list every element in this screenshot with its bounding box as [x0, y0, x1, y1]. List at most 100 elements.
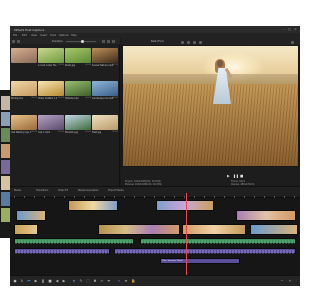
media-thumbnail[interactable]: Use Walking cap 1 00:05 — [11, 114, 37, 137]
normal-edit-tool-icon[interactable]: ➤ — [72, 279, 76, 283]
snapping-icon[interactable]: ⌖ — [117, 279, 121, 283]
menu-edit[interactable]: Edit — [22, 34, 27, 37]
tab-media-generators[interactable]: Media Generators — [78, 189, 99, 192]
media-thumbnail[interactable]: A road under the 00:05 — [38, 48, 64, 70]
preview-quality-select[interactable]: Best (Full) — [151, 40, 164, 43]
clip-thumbnail — [237, 211, 295, 220]
envelope-tool-icon[interactable]: ✎ — [79, 279, 83, 283]
zoom-out-icon[interactable]: − — [280, 279, 284, 283]
auto-ripple-icon[interactable]: ≋ — [124, 279, 128, 283]
window-title: VEGAS Post Capture — [14, 27, 45, 32]
video-clip[interactable] — [98, 224, 180, 235]
editor-window: VEGAS Post Capture – □ × File Edit View … — [10, 26, 300, 286]
play-icon[interactable]: ▶ — [227, 174, 230, 178]
video-preview-panel: Best (Full) ▶ ❚❚ ■ Project: 1920x1080x32… — [121, 38, 300, 186]
minimize-icon[interactable]: – — [282, 28, 285, 31]
tab-media[interactable]: Media — [14, 189, 21, 192]
video-clip[interactable] — [68, 200, 118, 211]
audio-clip[interactable] — [14, 248, 110, 254]
media-thumbnail[interactable]: Field.jpg 00:05 — [92, 114, 118, 137]
video-clip[interactable] — [14, 224, 38, 235]
playhead-cursor[interactable] — [186, 193, 187, 275]
rewind-icon[interactable]: ⏮ — [27, 279, 31, 283]
maximize-icon[interactable]: □ — [288, 28, 291, 31]
record-icon[interactable]: ● — [13, 279, 17, 283]
lock-icon[interactable]: 🔒 — [131, 279, 135, 283]
title-clip-label: Title: Summer Fields — [162, 260, 183, 262]
time-ruler[interactable] — [10, 193, 300, 198]
pause-icon[interactable]: ❚ — [41, 279, 45, 283]
close-icon[interactable]: × — [294, 28, 297, 31]
grid-view-icon[interactable] — [102, 39, 105, 43]
media-browser: Duration A road under the 00:05 Rosto.jpg 0… — [10, 38, 120, 186]
split-screen-icon[interactable] — [181, 40, 184, 44]
back-icon[interactable] — [12, 39, 15, 43]
thumbnail-image — [38, 81, 64, 97]
previous-frame-icon[interactable]: ◀ — [55, 279, 59, 283]
media-thumbnail[interactable]: Montain.jpg 00:05 — [65, 114, 91, 137]
menu-options[interactable]: Options — [59, 34, 69, 37]
menu-file[interactable]: File — [13, 34, 17, 37]
stop-icon[interactable]: ■ — [48, 279, 52, 283]
media-thumbnail[interactable] — [11, 48, 37, 70]
thumbnail-duration: 00:05 — [31, 130, 37, 133]
delete-icon[interactable]: ✖ — [93, 279, 97, 283]
preview-frame[interactable] — [123, 46, 298, 166]
copy-snapshot-icon[interactable] — [199, 40, 202, 44]
video-clip[interactable] — [250, 224, 298, 235]
media-thumbnail[interactable]: Cap 1.mp4 00:05 — [38, 114, 64, 137]
zoom-in-icon[interactable]: + — [288, 279, 292, 283]
menu-insert[interactable]: Insert — [40, 34, 47, 37]
tab-video-fx[interactable]: Video FX — [58, 189, 68, 192]
video-clip[interactable] — [182, 224, 246, 235]
selection-tool-icon[interactable]: ⬚ — [86, 279, 90, 283]
audio-clip[interactable] — [114, 248, 296, 254]
ruler-tick — [54, 196, 55, 198]
next-frame-icon[interactable]: ▶ — [62, 279, 66, 283]
media-thumbnail[interactable]: Hillside.mp4 00:05 — [65, 81, 91, 103]
clip-thumbnail — [251, 225, 297, 234]
play-icon[interactable]: ▶ — [34, 279, 38, 283]
settings-icon[interactable] — [112, 39, 115, 43]
video-clip[interactable] — [236, 210, 296, 221]
title-clip[interactable]: Title: Summer Fields — [160, 258, 240, 264]
thumbnail-duration: 00:09 — [31, 97, 37, 100]
snapshot-icon[interactable] — [193, 40, 196, 44]
pause-icon[interactable]: ❚❚ — [233, 174, 239, 178]
audio-waveform — [115, 250, 295, 254]
audio-clip[interactable] — [14, 238, 134, 244]
trim-icon[interactable]: ✂ — [100, 279, 104, 283]
ruler-tick — [124, 196, 125, 198]
video-clip[interactable] — [156, 200, 214, 211]
media-thumbnail[interactable]: Landscape CG.mp4 00:07 — [92, 81, 118, 103]
ruler-tick — [34, 196, 35, 198]
thumbnail-duration: 00:07 — [112, 97, 118, 100]
media-thumbnail[interactable]: Video Crafted 1.3 00:05 — [38, 81, 64, 103]
thumbnail-size-label: Duration — [52, 39, 63, 43]
menu-tools[interactable]: Tools — [50, 34, 56, 37]
list-view-icon[interactable] — [107, 39, 110, 43]
thumbnail-duration: 00:05 — [85, 64, 91, 66]
title-bar: VEGAS Post Capture – □ × — [10, 26, 300, 33]
slider-knob[interactable] — [81, 39, 84, 43]
ruler-tick — [224, 196, 225, 198]
menu-view[interactable]: View — [31, 34, 37, 37]
tab-transitions[interactable]: Transitions — [36, 189, 48, 192]
stop-icon[interactable]: ■ — [240, 174, 243, 178]
split-icon[interactable]: ⇹ — [107, 279, 111, 283]
loop-icon[interactable]: ↻ — [20, 279, 24, 283]
menu-help[interactable]: Help — [71, 34, 77, 37]
audio-clip[interactable] — [140, 238, 296, 244]
forward-icon[interactable] — [17, 39, 20, 43]
ruler-tick — [24, 196, 25, 198]
tab-project-media[interactable]: Project Media — [108, 189, 124, 192]
clip-thumbnail — [157, 201, 213, 210]
media-thumbnail[interactable]: Sunset Nature.mp4 00:12 — [92, 48, 118, 70]
media-thumbnail[interactable]: Family.mov 00:09 — [11, 81, 37, 103]
thumbnail-image — [65, 114, 91, 130]
clip-thumbnail — [17, 211, 45, 220]
preview-settings-icon[interactable] — [291, 40, 294, 44]
media-thumbnail[interactable]: Rosto.jpg 00:05 — [65, 48, 91, 70]
video-clip[interactable] — [16, 210, 46, 221]
overlay-icon[interactable] — [187, 40, 190, 44]
